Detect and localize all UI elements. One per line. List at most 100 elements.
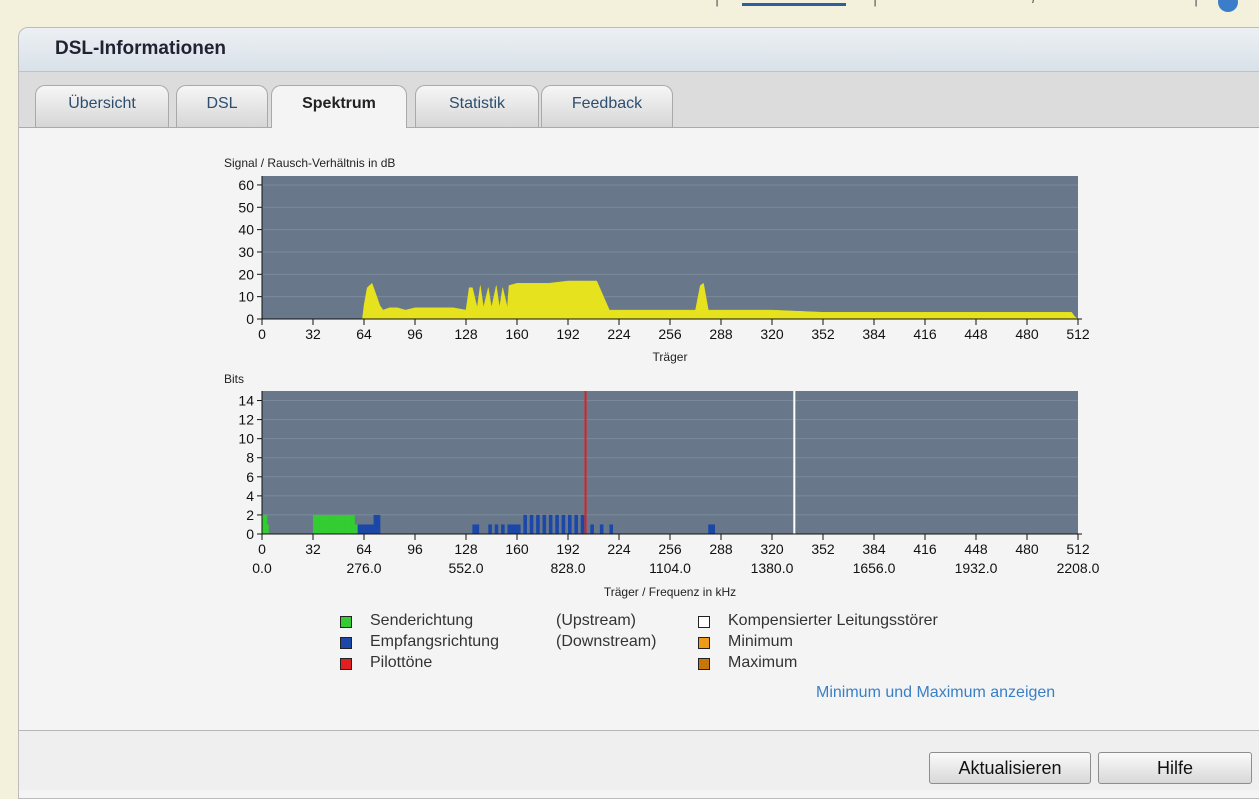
upstream-bit-bar [328, 514, 333, 534]
downstream-bit-bar [523, 514, 527, 534]
bits-x-tick-label: 384 [862, 541, 886, 557]
upstream-bit-bar [316, 514, 320, 534]
tab-bar: Übersicht DSL Spektrum Statistik Feedbac… [19, 72, 1259, 128]
downstream-bit-bar [574, 514, 578, 534]
bits-y-tick-label: 8 [246, 450, 254, 466]
downstream-bit-bar [357, 524, 362, 534]
snr-x-tick-label: 192 [556, 326, 580, 342]
tab-statistik[interactable]: Statistik [415, 85, 539, 127]
snr-x-tick-label: 512 [1066, 326, 1090, 342]
downstream-bit-bar [542, 514, 547, 534]
snr-y-tick-label: 50 [238, 199, 254, 215]
downstream-bit-bar [590, 524, 594, 534]
downstream-bit-bar [513, 524, 518, 534]
bits-x-tick-label: 192 [556, 541, 580, 557]
tab-dsl[interactable]: DSL [176, 85, 268, 127]
bits-freq-tick-label: 1104.0 [649, 560, 691, 576]
snr-x-tick-label: 480 [1015, 326, 1039, 342]
bits-x-tick-label: 256 [658, 541, 682, 557]
bits-x-tick-label: 448 [964, 541, 988, 557]
snr-x-tick-label: 64 [356, 326, 372, 342]
upstream-bit-bar [344, 514, 349, 534]
downstream-bit-bar [507, 524, 512, 534]
downstream-bit-bar [708, 524, 712, 534]
downstream-bit-bar [475, 524, 480, 534]
downstream-bit-bar [472, 524, 476, 534]
snr-x-tick-label: 128 [454, 326, 478, 342]
legend-downstream-dir: (Downstream) [556, 633, 657, 650]
bits-freq-tick-label: 828.0 [550, 560, 585, 576]
downstream-bit-bar [364, 524, 368, 534]
bits-freq-tick-label: 1932.0 [955, 560, 998, 576]
snr-y-tick-label: 0 [246, 311, 254, 327]
upstream-bit-bar [313, 514, 317, 534]
legend-downstream-label: Empfangsrichtung [370, 633, 499, 650]
minimum-swatch [698, 637, 710, 649]
legend-pilot-label: Pilottöne [370, 654, 433, 671]
bits-x-label: Träger / Frequenz in kHz [604, 585, 736, 599]
upstream-bit-bar [341, 514, 346, 534]
downstream-bit-bar [536, 514, 540, 534]
legend-minimum-label: Minimum [728, 633, 793, 650]
downstream-bit-bar [517, 524, 521, 534]
downstream-bit-bar [367, 524, 371, 534]
snr-x-tick-label: 32 [305, 326, 321, 342]
bits-y-tick-label: 4 [246, 488, 254, 504]
bits-x-tick-label: 32 [305, 541, 321, 557]
snr-plot-area [262, 176, 1078, 319]
downstream-bit-bar [555, 514, 559, 534]
crosstalk-swatch [698, 616, 710, 628]
snr-y-tick-label: 60 [238, 177, 254, 193]
tab-feedback[interactable]: Feedback [541, 85, 673, 127]
legend-upstream-label: Senderichtung [370, 612, 474, 629]
refresh-button[interactable]: Aktualisieren [929, 752, 1091, 784]
upstream-bit-bar [325, 514, 330, 534]
downstream-bit-bar [510, 524, 515, 534]
snr-chart: Signal / Rausch-Verhältnis in dB 60 50 40 3… [224, 157, 1090, 364]
bits-freq-tick-label: 0.0 [252, 560, 272, 576]
upstream-bit-bar [338, 514, 343, 534]
snr-x-tick-label: 320 [760, 326, 784, 342]
downstream-bit-bar [711, 524, 716, 534]
downstream-swatch [340, 637, 352, 649]
panel-header: DSL-Informationen [19, 28, 1259, 72]
help-circle-icon[interactable] [1218, 0, 1238, 12]
snr-x-tick-label: 288 [709, 326, 733, 342]
snr-y-tick-label: 40 [238, 222, 254, 238]
downstream-bit-bar [494, 524, 499, 534]
tab-spektrum[interactable]: Spektrum [271, 85, 407, 128]
page-title: DSL-Informationen [55, 38, 226, 59]
tab-uebersicht[interactable]: Übersicht [35, 85, 169, 127]
active-menu-underline [742, 3, 846, 6]
upstream-bit-bar [348, 514, 352, 534]
upstream-bit-bar [265, 524, 269, 534]
downstream-bit-bar [561, 514, 566, 534]
snr-x-tick-label: 384 [862, 326, 886, 342]
snr-chart-title: Signal / Rausch-Verhältnis in dB [224, 157, 395, 170]
bits-x-tick-label: 96 [407, 541, 423, 557]
legend-crosstalk-label: Kompensierter Leitungsstörer [728, 612, 938, 629]
downstream-bit-bar [609, 524, 614, 534]
downstream-bit-bar [548, 514, 553, 534]
snr-x-tick-label: 160 [505, 326, 529, 342]
upstream-bit-bar [335, 514, 339, 534]
snr-x-tick-label: 256 [658, 326, 682, 342]
bits-y-tick-label: 12 [238, 412, 254, 428]
bits-chart-title: Bits [224, 372, 244, 386]
bits-y-tick-label: 6 [246, 469, 254, 485]
show-minmax-link[interactable]: Minimum und Maximum anzeigen [816, 684, 1055, 702]
bits-x-tick-label: 128 [454, 541, 478, 557]
legend-upstream-dir: (Upstream) [556, 612, 637, 629]
snr-y-tick-label: 30 [238, 244, 254, 260]
upstream-bit-bar [332, 514, 336, 534]
bits-freq-tick-label: 2208.0 [1057, 560, 1100, 576]
bits-x-tick-label: 320 [760, 541, 784, 557]
bits-freq-tick-label: 276.0 [346, 560, 381, 576]
downstream-bit-bar [488, 524, 492, 534]
bits-x-tick-label: 416 [913, 541, 937, 557]
bits-x-tick-label: 224 [607, 541, 631, 557]
upstream-bit-bar [354, 524, 359, 534]
snr-x-tick-label: 416 [913, 326, 937, 342]
help-button[interactable]: Hilfe [1098, 752, 1252, 784]
bits-x-tick-label: 352 [811, 541, 835, 557]
